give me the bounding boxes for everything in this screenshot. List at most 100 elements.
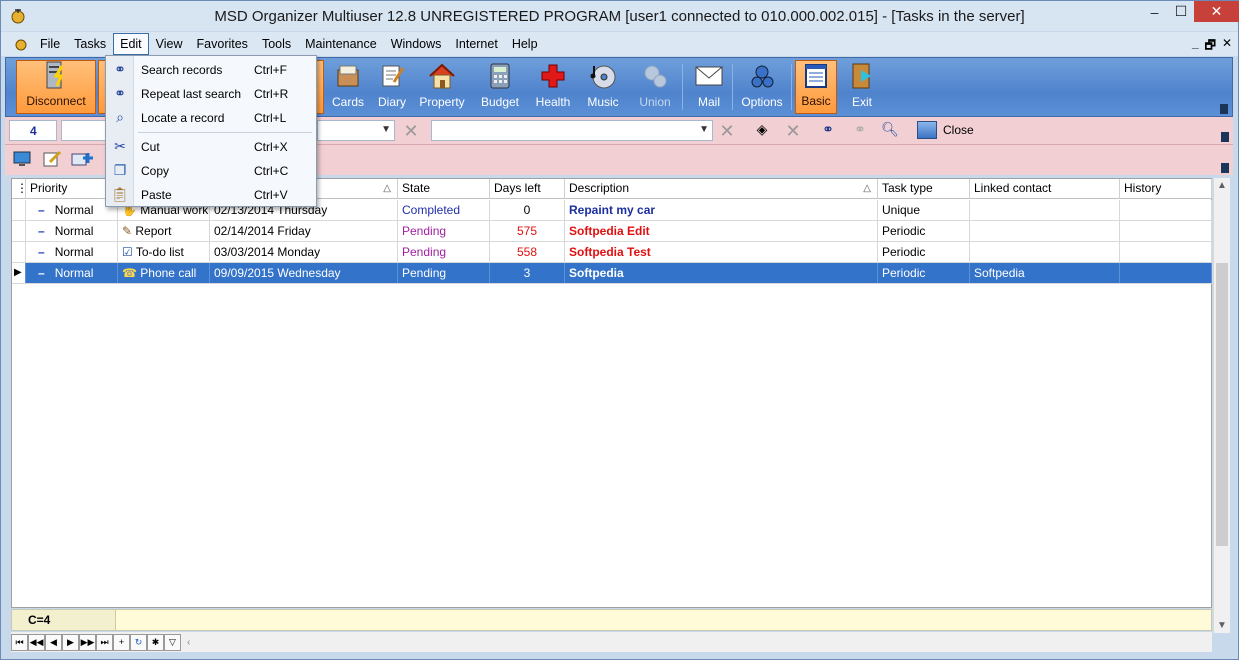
diary-icon (377, 61, 407, 91)
header-description[interactable]: Description △ (565, 179, 878, 199)
edit-note-icon[interactable] (41, 150, 63, 170)
menu-edit[interactable]: Edit (113, 33, 149, 55)
clear-x-icon[interactable]: ✕ (783, 121, 803, 141)
cd-music-icon (588, 61, 618, 91)
scroll-left-icon[interactable]: ‹ (187, 637, 190, 648)
next-record-icon[interactable]: ▶ (62, 633, 79, 651)
binoculars-icon[interactable]: ⚭ (817, 121, 839, 141)
toolbar-overflow-grip[interactable] (1220, 104, 1228, 114)
menu-tools[interactable]: Tools (255, 33, 298, 55)
menu-file[interactable]: File (33, 33, 67, 55)
header-history[interactable]: History (1120, 179, 1212, 199)
mdi-minimize-button[interactable]: _ (1192, 36, 1199, 57)
header-linked-contact[interactable]: Linked contact (970, 179, 1120, 199)
cell-task: ☑ To-do list (118, 242, 210, 262)
menu-item-label: Copy (141, 163, 170, 178)
calculator-icon (485, 61, 515, 91)
first-page-icon[interactable]: ⏮ (11, 633, 28, 651)
search-combo-2[interactable]: ▼ (431, 120, 713, 141)
maximize-button[interactable]: ☐ (1168, 1, 1194, 22)
budget-button[interactable]: Budget (476, 60, 524, 114)
vertical-scrollbar[interactable]: ▲ ▼ (1213, 178, 1230, 633)
scroll-thumb[interactable] (1216, 263, 1228, 546)
menu-maintenance[interactable]: Maintenance (298, 33, 384, 55)
menu-item-cut[interactable]: ✂ Cut Ctrl+X (106, 135, 316, 158)
document-icon[interactable] (13, 36, 29, 52)
menu-help[interactable]: Help (505, 33, 545, 55)
union-button[interactable]: Union (632, 60, 678, 114)
scroll-down-icon[interactable]: ▼ (1217, 620, 1227, 631)
cards-icon (333, 61, 363, 91)
menu-internet[interactable]: Internet (448, 33, 504, 55)
options-button[interactable]: Options (736, 60, 788, 114)
health-button[interactable]: Health (530, 60, 576, 114)
search-combo-1[interactable]: ▼ (317, 120, 395, 141)
magnifier-icon[interactable]: 🔍︎ (879, 121, 901, 141)
cell-task-type: Periodic (878, 221, 970, 241)
record-count-field[interactable]: 4 (9, 120, 57, 141)
prev-page-icon[interactable]: ◀◀ (28, 633, 45, 651)
header-state[interactable]: State (398, 179, 490, 199)
close-button[interactable]: ✕ (1194, 1, 1239, 22)
mdi-close-button[interactable]: ✕ (1222, 36, 1232, 57)
header-task-type[interactable]: Task type (878, 179, 970, 199)
table-row[interactable]: – Normal ✎ Report 02/14/2014 Friday Pendi… (12, 221, 1212, 242)
music-button[interactable]: Music (580, 60, 626, 114)
insert-record-icon[interactable]: + (113, 633, 130, 651)
clear-x-icon[interactable]: ✕ (401, 121, 421, 141)
refresh-icon[interactable]: ↻ (130, 633, 147, 651)
menu-item-shortcut: Ctrl+C (254, 163, 289, 178)
close-window-icon[interactable] (917, 121, 937, 139)
menu-tasks[interactable]: Tasks (67, 33, 113, 55)
chevron-down-icon[interactable]: ▼ (381, 124, 391, 135)
header-days-left[interactable]: Days left (490, 179, 565, 199)
menu-item-paste[interactable]: 📋︎ Paste Ctrl+V (106, 183, 316, 206)
search-field-1[interactable] (61, 120, 111, 141)
scroll-up-icon[interactable]: ▲ (1217, 180, 1227, 191)
close-search-button[interactable]: Close (943, 123, 974, 137)
magnifier-icon: ⌕ (116, 109, 124, 125)
clear-x-icon[interactable]: ✕ (717, 121, 737, 141)
cell-history (1120, 221, 1212, 241)
header-description-label: Description (569, 181, 630, 195)
diary-button[interactable]: Diary (370, 60, 414, 114)
iconrow-overflow-grip[interactable] (1221, 163, 1229, 173)
row-indicator (12, 221, 26, 241)
app-window: MSD Organizer Multiuser 12.8 UNREGISTERE… (0, 0, 1239, 660)
menu-favorites[interactable]: Favorites (190, 33, 255, 55)
asterisk-icon[interactable]: ✱ (147, 633, 164, 651)
minimize-button[interactable]: – (1141, 1, 1168, 22)
property-button[interactable]: Property (416, 60, 468, 114)
summary-bar: C=4 (11, 609, 1212, 631)
menu-item-shortcut: Ctrl+L (254, 110, 287, 125)
chevron-down-icon[interactable]: ▼ (699, 124, 709, 135)
exit-button[interactable]: Exit (842, 60, 882, 114)
eraser-icon[interactable]: ◈ (751, 121, 773, 141)
prev-record-icon[interactable]: ◀ (45, 633, 62, 651)
menu-item-copy[interactable]: ❐ Copy Ctrl+C (106, 159, 316, 182)
disconnect-button[interactable]: Disconnect (16, 60, 96, 114)
toolbar-partial-button[interactable] (316, 60, 324, 114)
table-row[interactable]: – Normal ☑ To-do list 03/03/2014 Monday P… (12, 242, 1212, 263)
menu-item-search-records[interactable]: ⚭ Search records Ctrl+F (106, 58, 316, 81)
mdi-restore-button[interactable]: 🗗 (1205, 36, 1216, 57)
searchbar-overflow-grip[interactable] (1221, 132, 1229, 142)
cards-button[interactable]: Cards (326, 60, 370, 114)
add-record-icon[interactable] (71, 150, 93, 170)
mail-button[interactable]: Mail (686, 60, 732, 114)
binoculars-disabled-icon[interactable]: ⚭ (849, 121, 871, 141)
toolbar-separator (791, 64, 792, 110)
monitor-icon[interactable] (11, 150, 33, 170)
menu-item-locate-record[interactable]: ⌕ Locate a record Ctrl+L (106, 106, 316, 129)
basic-button[interactable]: Basic (795, 60, 837, 114)
menu-view[interactable]: View (149, 33, 190, 55)
priority-normal-icon: – (38, 203, 45, 217)
mdi-controls: _ 🗗 ✕ (1192, 36, 1232, 57)
filter-icon[interactable]: ▽ (164, 633, 181, 651)
next-page-icon[interactable]: ▶▶ (79, 633, 96, 651)
column-menu-icon[interactable]: ⋮ (12, 179, 26, 199)
last-page-icon[interactable]: ⏭ (96, 633, 113, 651)
table-row-selected[interactable]: ▶ – Normal ☎ Phone call 09/09/2015 Wednes… (12, 263, 1212, 284)
menu-item-repeat-last-search[interactable]: ⚭ Repeat last search Ctrl+R (106, 82, 316, 105)
menu-windows[interactable]: Windows (384, 33, 449, 55)
